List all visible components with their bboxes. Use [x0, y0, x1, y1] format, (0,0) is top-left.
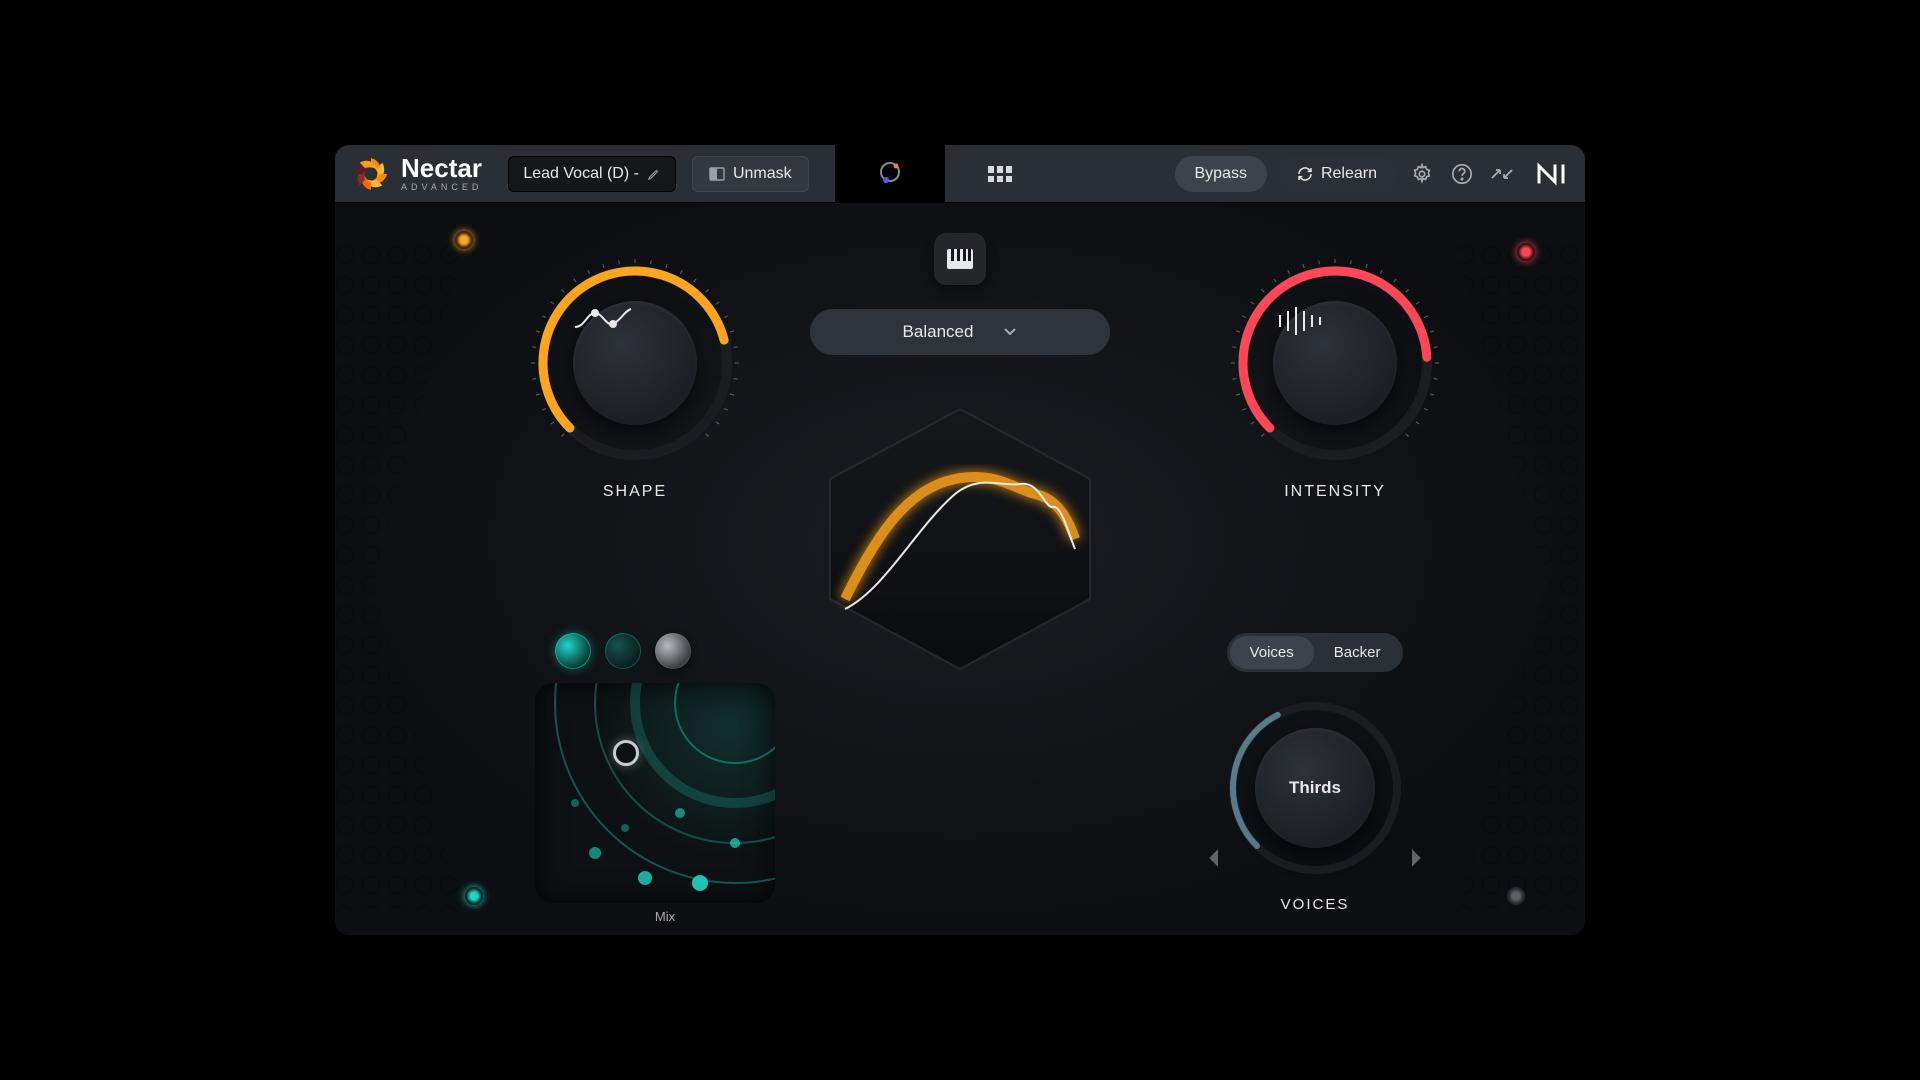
tone-preset-value: Balanced — [903, 322, 974, 342]
space-xy-bg-icon — [535, 683, 775, 903]
relearn-button[interactable]: Relearn — [1277, 156, 1397, 192]
intensity-knob[interactable] — [1225, 253, 1445, 473]
ni-brand-icon — [1531, 154, 1571, 194]
voices-tab-voices[interactable]: Voices — [1230, 636, 1314, 669]
shape-knob-face — [573, 301, 697, 425]
unmask-button[interactable]: Unmask — [692, 156, 809, 192]
shape-curve-icon — [573, 301, 633, 335]
voices-prev-arrow[interactable] — [1205, 848, 1221, 868]
space-power-toggle[interactable] — [465, 887, 483, 905]
intensity-bars-icon — [1273, 301, 1323, 341]
space-xy-pad[interactable] — [535, 683, 775, 903]
intensity-section: INTENSITY — [1205, 253, 1465, 501]
voices-section: Voices Backer Thirds VOICES — [1165, 633, 1465, 913]
intensity-knob-face — [1273, 301, 1397, 425]
space-mode-3[interactable] — [655, 633, 691, 669]
settings-button[interactable] — [1407, 159, 1437, 189]
main-body: SHAPE INTENSITY — [335, 203, 1585, 935]
tone-preset-dropdown[interactable]: Balanced — [810, 309, 1110, 355]
shape-section: SHAPE — [505, 253, 765, 501]
header-bar: Nectar ADVANCED Lead Vocal (D) - Unmask — [335, 145, 1585, 203]
unmask-label: Unmask — [733, 165, 792, 183]
preset-name: Lead Vocal (D) - — [523, 165, 639, 183]
space-mode-2[interactable] — [605, 633, 641, 669]
voices-selected-option: Thirds — [1289, 778, 1341, 798]
tab-modules-view[interactable] — [945, 145, 1055, 202]
spectrum-display-svg — [805, 399, 1115, 679]
modules-icon — [986, 164, 1014, 184]
space-section: Intensity — [535, 633, 795, 924]
view-tabs — [835, 145, 1055, 202]
plugin-window: Nectar ADVANCED Lead Vocal (D) - Unmask — [335, 145, 1585, 935]
voices-backer-segmented: Voices Backer — [1227, 633, 1404, 672]
voices-knob-face: Thirds — [1255, 728, 1375, 848]
header-right-group: Bypass Relearn — [1161, 145, 1586, 202]
zoom-button[interactable] — [1487, 159, 1517, 189]
resize-icon — [1490, 164, 1514, 184]
brand-logo-block: Nectar ADVANCED — [335, 145, 498, 202]
shape-label: SHAPE — [505, 483, 765, 501]
shape-power-toggle[interactable] — [455, 231, 473, 249]
space-mode-selector — [535, 633, 795, 669]
bypass-button[interactable]: Bypass — [1175, 156, 1267, 192]
unmask-icon — [709, 167, 725, 181]
brand-title: Nectar — [401, 155, 482, 181]
intensity-label: INTENSITY — [1205, 483, 1465, 501]
center-column: Balanced — [795, 233, 1125, 679]
gear-icon — [1411, 163, 1433, 185]
pencil-icon — [647, 167, 661, 181]
voices-next-arrow[interactable] — [1409, 848, 1425, 868]
tab-assistant-view[interactable] — [835, 145, 945, 202]
spectrum-hexagon[interactable] — [805, 399, 1115, 679]
space-x-axis-label: Mix — [535, 909, 795, 924]
shape-knob[interactable] — [525, 253, 745, 473]
midi-keyboard-button[interactable] — [934, 233, 986, 285]
help-icon — [1451, 163, 1473, 185]
intensity-power-toggle[interactable] — [1517, 243, 1535, 261]
chevron-down-icon — [1003, 327, 1017, 337]
voices-power-toggle[interactable] — [1507, 887, 1525, 905]
space-xy-handle[interactable] — [613, 740, 639, 766]
preset-selector[interactable]: Lead Vocal (D) - — [508, 156, 676, 192]
space-mode-1[interactable] — [555, 633, 591, 669]
bypass-label: Bypass — [1195, 165, 1247, 183]
brand-subtitle: ADVANCED — [401, 183, 482, 192]
help-button[interactable] — [1447, 159, 1477, 189]
brand-swirl-icon — [351, 154, 391, 194]
voices-tab-backer[interactable]: Backer — [1314, 636, 1401, 669]
piano-keys-icon — [947, 249, 973, 269]
refresh-icon — [1297, 166, 1313, 182]
orb-icon — [876, 160, 904, 188]
voices-knob[interactable]: Thirds — [1215, 688, 1415, 888]
relearn-label: Relearn — [1321, 165, 1377, 183]
voices-label: VOICES — [1165, 896, 1465, 913]
